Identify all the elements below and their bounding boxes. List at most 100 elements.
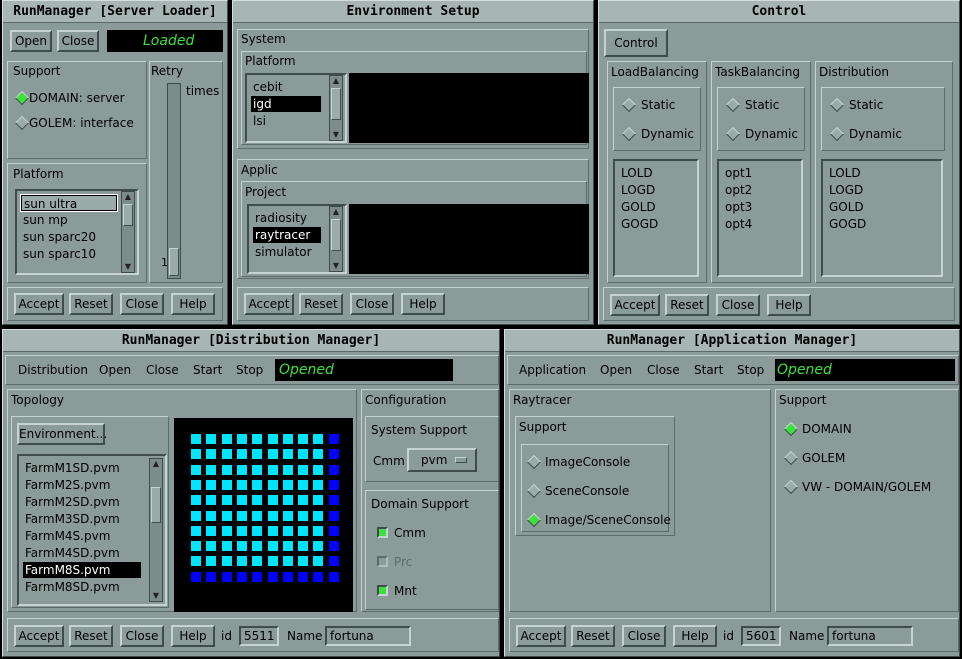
- scroll-down-icon[interactable]: ▼: [151, 591, 161, 601]
- lb-list[interactable]: LOLD LOGD GOLD GOGD: [613, 159, 699, 277]
- scroll-thumb[interactable]: [331, 219, 341, 251]
- help-button[interactable]: Help: [401, 293, 445, 315]
- help-button[interactable]: Help: [171, 293, 215, 315]
- reset-button[interactable]: Reset: [69, 625, 113, 647]
- id-field[interactable]: 5511: [239, 626, 279, 646]
- list-item[interactable]: GOLD: [827, 199, 937, 215]
- scroll-down-icon[interactable]: ▼: [123, 262, 133, 272]
- list-item[interactable]: LOLD: [619, 165, 693, 181]
- list-item[interactable]: FarmM1SD.pvm: [23, 460, 141, 476]
- menu-stop[interactable]: Stop: [737, 363, 764, 377]
- reset-button[interactable]: Reset: [69, 293, 113, 315]
- menu-open[interactable]: Open: [600, 363, 632, 377]
- list-item[interactable]: simulator: [253, 244, 321, 260]
- retry-slider-thumb[interactable]: [169, 248, 179, 276]
- prc-checkbox[interactable]: [377, 556, 388, 567]
- list-item[interactable]: opt4: [723, 216, 797, 232]
- name-field[interactable]: fortuna: [827, 626, 913, 646]
- scroll-up-icon[interactable]: ▲: [331, 207, 341, 217]
- accept-button[interactable]: Accept: [14, 625, 64, 647]
- reset-button[interactable]: Reset: [299, 293, 343, 315]
- list-item[interactable]: opt2: [723, 182, 797, 198]
- list-item[interactable]: opt3: [723, 199, 797, 215]
- menu-application[interactable]: Application: [519, 363, 586, 377]
- list-item[interactable]: GOLD: [619, 199, 693, 215]
- platform-scrollbar[interactable]: ▲ ▼: [329, 75, 343, 141]
- project-list[interactable]: radiosity raytracer simulator ▲ ▼: [247, 204, 347, 274]
- scroll-thumb[interactable]: [331, 88, 341, 120]
- scroll-up-icon[interactable]: ▲: [151, 459, 161, 469]
- list-item[interactable]: LOGD: [827, 182, 937, 198]
- topology-node: [206, 510, 217, 521]
- menu-distribution[interactable]: Distribution: [18, 363, 88, 377]
- help-button[interactable]: Help: [171, 625, 215, 647]
- list-item[interactable]: opt1: [723, 165, 797, 181]
- reset-button[interactable]: Reset: [665, 294, 709, 316]
- topology-node: [206, 479, 217, 490]
- close-button[interactable]: Close: [57, 30, 99, 52]
- scroll-up-icon[interactable]: ▲: [123, 192, 133, 202]
- retry-slider[interactable]: [167, 83, 181, 279]
- list-item[interactable]: GOGD: [827, 216, 937, 232]
- list-item[interactable]: GOGD: [619, 216, 693, 232]
- environment-button[interactable]: Environment...: [17, 423, 107, 445]
- list-item[interactable]: radiosity: [253, 210, 321, 226]
- dist-list[interactable]: LOLD LOGD GOLD GOGD: [821, 159, 943, 277]
- list-item[interactable]: sun sparc20: [21, 229, 133, 245]
- list-item[interactable]: raytracer: [253, 227, 321, 243]
- scroll-thumb[interactable]: [151, 487, 161, 523]
- list-item[interactable]: FarmM4S.pvm: [23, 528, 141, 544]
- list-item[interactable]: igd: [251, 96, 321, 112]
- list-item[interactable]: FarmM4SD.pvm: [23, 545, 141, 561]
- accept-button[interactable]: Accept: [14, 293, 64, 315]
- menu-stop[interactable]: Stop: [236, 363, 263, 377]
- platform-scrollbar[interactable]: ▲ ▼: [121, 191, 135, 273]
- help-button[interactable]: Help: [673, 625, 717, 647]
- list-item[interactable]: lsi: [251, 113, 321, 129]
- menu-start[interactable]: Start: [193, 363, 222, 377]
- reset-button[interactable]: Reset: [571, 625, 615, 647]
- menu-close[interactable]: Close: [647, 363, 680, 377]
- accept-button[interactable]: Accept: [610, 294, 660, 316]
- project-scrollbar[interactable]: ▲ ▼: [329, 206, 343, 272]
- list-item[interactable]: LOGD: [619, 182, 693, 198]
- scroll-up-icon[interactable]: ▲: [331, 76, 341, 86]
- topology-node: [328, 556, 339, 567]
- list-item[interactable]: cebit: [251, 79, 321, 95]
- help-button[interactable]: Help: [767, 294, 811, 316]
- list-item[interactable]: FarmM8SD.pvm: [23, 579, 141, 595]
- menu-start[interactable]: Start: [694, 363, 723, 377]
- scroll-down-icon[interactable]: ▼: [331, 130, 341, 140]
- list-item[interactable]: FarmM3SD.pvm: [23, 511, 141, 527]
- id-field[interactable]: 5601: [741, 626, 781, 646]
- close-button[interactable]: Close: [120, 625, 164, 647]
- open-button[interactable]: Open: [10, 30, 52, 52]
- menu-close[interactable]: Close: [146, 363, 179, 377]
- control-tab[interactable]: Control: [604, 29, 668, 57]
- list-item[interactable]: FarmM2S.pvm: [23, 477, 141, 493]
- scroll-thumb[interactable]: [123, 204, 133, 226]
- platform-list[interactable]: cebit igd lsi ▲ ▼: [245, 73, 347, 143]
- list-item[interactable]: FarmM8S.pvm: [23, 562, 141, 578]
- tb-list[interactable]: opt1 opt2 opt3 opt4: [717, 159, 803, 277]
- accept-button[interactable]: Accept: [244, 293, 294, 315]
- platform-list[interactable]: sun ultra sun mp sun sparc20 sun sparc10…: [15, 189, 139, 275]
- scroll-down-icon[interactable]: ▼: [331, 261, 341, 271]
- list-item[interactable]: sun mp: [21, 212, 133, 228]
- close-button[interactable]: Close: [716, 294, 760, 316]
- close-button[interactable]: Close: [350, 293, 394, 315]
- list-item[interactable]: LOLD: [827, 165, 937, 181]
- list-item[interactable]: sun ultra: [20, 194, 118, 212]
- mnt-checkbox[interactable]: [377, 585, 388, 596]
- topology-file-list[interactable]: FarmM1SD.pvm FarmM2S.pvm FarmM2SD.pvm Fa…: [17, 454, 167, 606]
- name-field[interactable]: fortuna: [325, 626, 411, 646]
- list-item[interactable]: sun sparc10: [21, 246, 133, 262]
- cmm-option-menu[interactable]: pvm: [407, 448, 477, 472]
- menu-open[interactable]: Open: [99, 363, 131, 377]
- close-button[interactable]: Close: [120, 293, 164, 315]
- topology-scrollbar[interactable]: ▲ ▼: [149, 458, 163, 602]
- cmm-checkbox[interactable]: [377, 527, 388, 538]
- accept-button[interactable]: Accept: [516, 625, 566, 647]
- list-item[interactable]: FarmM2SD.pvm: [23, 494, 141, 510]
- close-button[interactable]: Close: [622, 625, 666, 647]
